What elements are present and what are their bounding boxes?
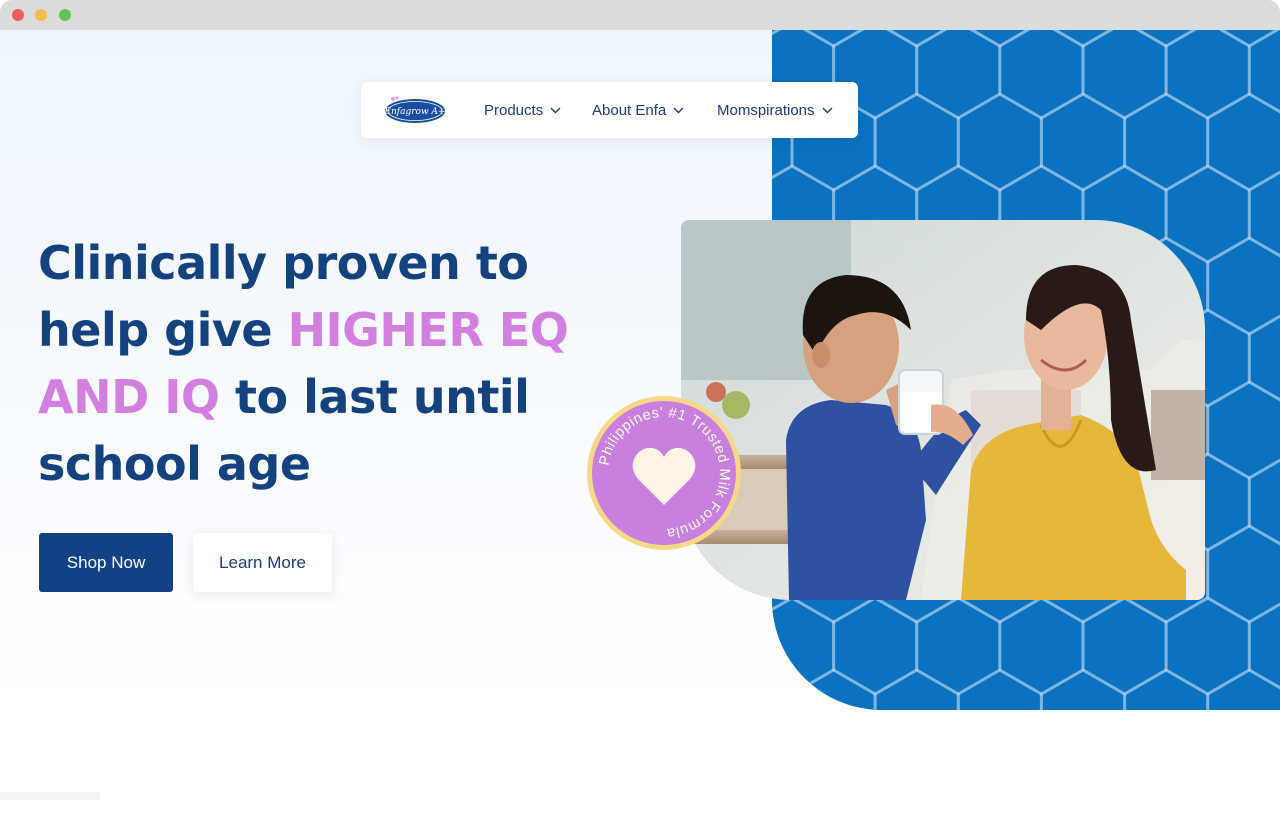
hexagon-shape: [1135, 30, 1197, 48]
hexagon-shape: [1206, 668, 1280, 710]
hexagon-shape: [772, 596, 836, 696]
hexagon-shape: [1123, 92, 1210, 192]
hexagon-shape: [832, 596, 919, 696]
hexagon-shape: [1039, 668, 1127, 710]
hexagon-shape: [998, 30, 1085, 120]
hexagon-shape: [1164, 164, 1251, 264]
hexagon-shape: [885, 30, 948, 48]
learn-more-button[interactable]: Learn More: [193, 533, 332, 592]
nav-momspirations-label: Momspirations: [717, 101, 815, 119]
chevron-down-icon: [550, 107, 561, 113]
hexagon-shape: [1039, 92, 1127, 192]
minimize-window-button[interactable]: [35, 9, 47, 21]
nav-about-enfa[interactable]: About Enfa: [592, 82, 684, 138]
hexagon-shape: [1081, 596, 1168, 696]
close-window-button[interactable]: [12, 9, 24, 21]
hero-photo-mother-and-child: [681, 220, 1205, 600]
hexagon-shape: [772, 680, 794, 710]
hexagon-shape: [802, 30, 865, 48]
hexagon-shape: [873, 668, 960, 710]
hexagon-shape: [1247, 30, 1280, 114]
hexagon-shape: [873, 92, 960, 192]
hexagon-shape: [956, 92, 1043, 192]
hexagon-shape: [1206, 524, 1280, 624]
nav-products[interactable]: Products: [484, 82, 561, 138]
hexagon-shape: [1164, 30, 1251, 120]
hexagon-shape: [1081, 30, 1168, 120]
hexagon-shape: [1206, 380, 1280, 480]
hexagon-shape: [1206, 92, 1280, 192]
chevron-down-icon: [822, 107, 833, 113]
hexagon-shape: [915, 596, 1002, 696]
trusted-formula-badge: Philippines' #1 Trusted Milk Formula: [587, 396, 741, 550]
nav-momspirations[interactable]: Momspirations: [717, 82, 833, 138]
footer-fragment: [0, 792, 100, 800]
hexagon-shape: [969, 30, 1031, 48]
hexagon-shape: [998, 596, 1085, 696]
hexagon-shape: [1164, 596, 1251, 696]
hexagon-shape: [1052, 30, 1114, 48]
hexagon-shape: [790, 668, 877, 710]
hexagon-shape: [1123, 668, 1210, 710]
page: Enfagrow A+ Products About Enfa Momspira…: [0, 30, 1280, 832]
main-navbar: Enfagrow A+ Products About Enfa Momspira…: [361, 82, 858, 138]
maximize-window-button[interactable]: [59, 9, 71, 21]
chevron-down-icon: [673, 107, 684, 113]
nav-products-label: Products: [484, 101, 544, 119]
enfagrow-logo[interactable]: Enfagrow A+: [383, 95, 447, 125]
nav-about-label: About Enfa: [592, 101, 667, 119]
hexagon-shape: [956, 668, 1043, 710]
shop-now-button[interactable]: Shop Now: [39, 533, 173, 592]
logo-text: Enfagrow A+: [383, 107, 445, 117]
browser-title-bar: [0, 0, 1280, 30]
hexagon-shape: [1206, 236, 1280, 336]
hero-headline: Clinically proven to help give HIGHER EQ…: [38, 230, 598, 498]
hexagon-shape: [915, 30, 1002, 120]
